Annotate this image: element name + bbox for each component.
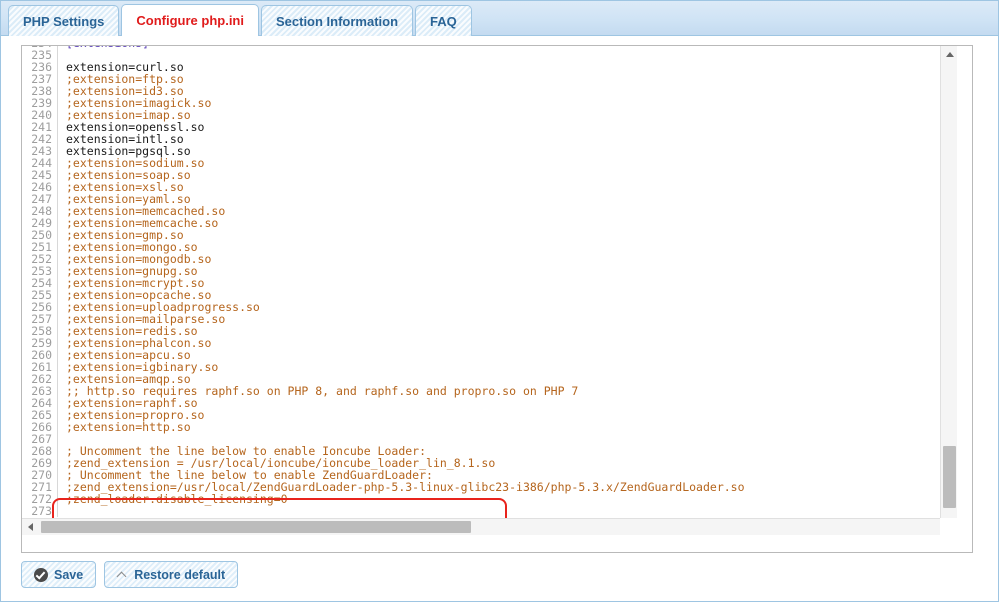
- tab-label: FAQ: [430, 14, 457, 29]
- save-button-label: Save: [54, 568, 83, 582]
- php-ini-editor[interactable]: 2342352362372382392402412422432442452462…: [21, 45, 973, 553]
- vertical-scrollbar-thumb[interactable]: [943, 446, 956, 508]
- code-lines[interactable]: [extensions] extension=curl.so;extension…: [58, 46, 957, 517]
- tab-bar: PHP Settings Configure php.ini Section I…: [0, 0, 999, 37]
- tab-label: Configure php.ini: [136, 13, 244, 28]
- code-line[interactable]: extension=intl.so: [66, 133, 957, 145]
- code-line[interactable]: ;extension=soap.so: [66, 169, 957, 181]
- tab-section-information[interactable]: Section Information: [261, 5, 413, 36]
- code-line[interactable]: [66, 505, 957, 517]
- line-number-gutter: 2342352362372382392402412422432442452462…: [22, 46, 58, 517]
- code-line[interactable]: [66, 49, 957, 61]
- save-button[interactable]: Save: [21, 561, 96, 588]
- scroll-left-arrow-icon[interactable]: [22, 519, 39, 535]
- code-line[interactable]: ;; http.so requires raphf.so on PHP 8, a…: [66, 385, 957, 397]
- configure-php-ini-panel: 2342352362372382392402412422432442452462…: [0, 36, 999, 602]
- code-line[interactable]: extension=openssl.so: [66, 121, 957, 133]
- editor-action-bar: Save Restore default: [21, 561, 238, 588]
- save-check-icon: [34, 568, 48, 582]
- code-line[interactable]: ;extension=phalcon.so: [66, 337, 957, 349]
- chevron-up-icon: [117, 569, 128, 580]
- code-line[interactable]: ;extension=igbinary.so: [66, 361, 957, 373]
- tab-label: Section Information: [276, 14, 398, 29]
- tab-label: PHP Settings: [23, 14, 104, 29]
- horizontal-scrollbar-thumb[interactable]: [41, 521, 471, 533]
- code-line[interactable]: ;extension=http.so: [66, 421, 957, 433]
- editor-viewport: 2342352362372382392402412422432442452462…: [22, 46, 957, 535]
- code-line[interactable]: ;extension=memcache.so: [66, 217, 957, 229]
- scroll-up-arrow-icon[interactable]: [941, 46, 957, 63]
- code-line[interactable]: ;extension=imagick.so: [66, 97, 957, 109]
- tab-configure-php-ini[interactable]: Configure php.ini: [121, 4, 259, 36]
- tab-faq[interactable]: FAQ: [415, 5, 472, 36]
- code-line[interactable]: ;extension=sodium.so: [66, 157, 957, 169]
- tab-php-settings[interactable]: PHP Settings: [8, 5, 119, 36]
- code-line[interactable]: ;zend_loader.disable_licensing=0: [66, 493, 957, 505]
- code-line[interactable]: extension=curl.so: [66, 61, 957, 73]
- code-line[interactable]: ;extension=ftp.so: [66, 73, 957, 85]
- restore-default-button[interactable]: Restore default: [104, 561, 238, 588]
- scrollbar-corner: [940, 518, 957, 535]
- code-line[interactable]: ;extension=mailparse.so: [66, 313, 957, 325]
- restore-default-button-label: Restore default: [134, 568, 225, 582]
- editor-horizontal-scrollbar[interactable]: [22, 518, 957, 535]
- editor-vertical-scrollbar[interactable]: [940, 46, 957, 535]
- code-line[interactable]: ;extension=gmp.so: [66, 229, 957, 241]
- code-line[interactable]: ;extension=mongodb.so: [66, 253, 957, 265]
- code-area: 2342352362372382392402412422432442452462…: [22, 46, 957, 517]
- line-number: 273: [22, 505, 52, 517]
- code-line[interactable]: ;extension=xsl.so: [66, 181, 957, 193]
- code-line[interactable]: ;extension=propro.so: [66, 409, 957, 421]
